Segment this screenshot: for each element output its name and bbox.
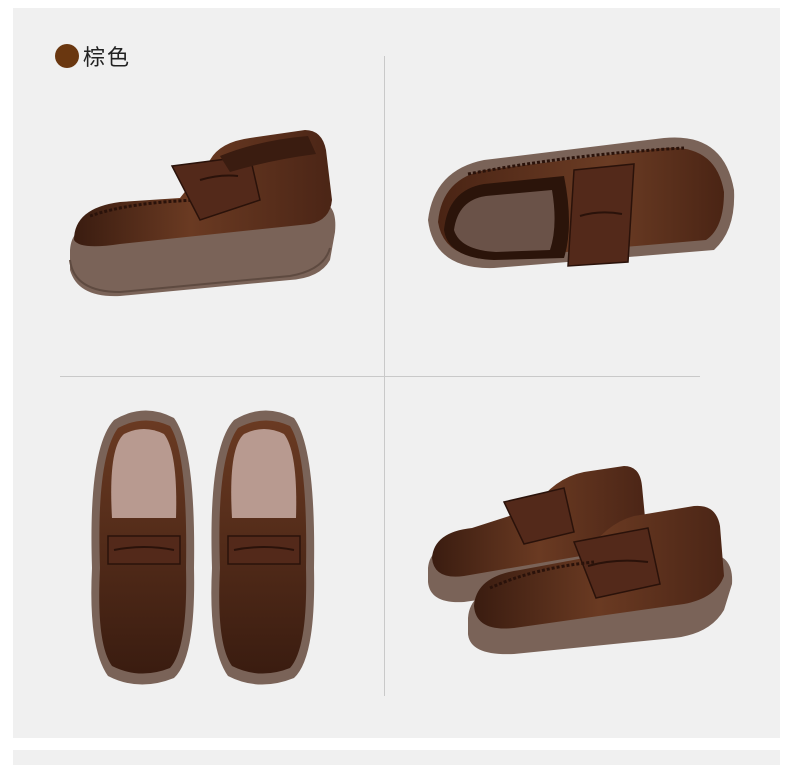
- shoe-side-view-image: [69, 130, 336, 297]
- color-name: 棕色: [83, 46, 132, 71]
- color-label: 棕色: [55, 40, 131, 72]
- shoe-top-pair-view-image: [91, 410, 315, 685]
- shoe-front-pair-view-image: [428, 466, 733, 655]
- color-swatch: [55, 44, 79, 68]
- shoe-sole-angle-view-image: [428, 137, 735, 269]
- horizontal-divider: [60, 376, 700, 377]
- bottom-strip: [13, 750, 780, 765]
